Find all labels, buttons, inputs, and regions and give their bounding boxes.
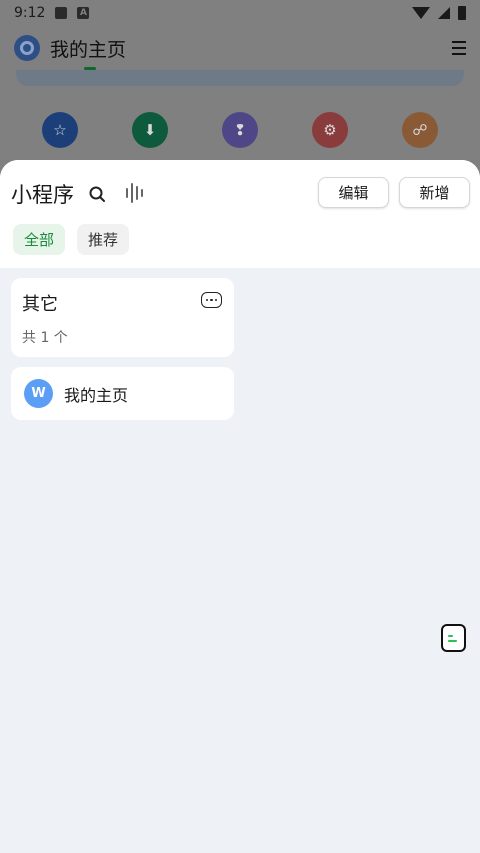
gear-icon[interactable]: ⚙ [312,112,348,148]
voice-icon[interactable] [126,182,148,204]
more-options-icon[interactable] [201,292,222,308]
signal-icon [438,7,450,19]
group-count: 共 1 个 [22,330,68,346]
filter-tabs: 全部 推荐 [13,224,130,255]
menu-icon[interactable] [452,41,466,55]
sheet-header: 小程序 编辑 新增 全部 推荐 [0,160,480,268]
download-icon[interactable]: ⬇ [132,112,168,148]
group-name: 其它 [22,294,58,315]
shortcut-row: ☆ ⬇ ❢ ⚙ ☍ [0,112,480,148]
mini-program-sheet: 小程序 编辑 新增 全部 推荐 其它 共 1 个 W 我的主页 [0,160,480,853]
mini-program-icon: W [24,379,53,408]
list-item[interactable]: W 我的主页 [11,367,234,420]
floating-list-icon[interactable] [441,624,466,652]
tab-all[interactable]: 全部 [13,224,66,255]
sheet-title: 小程序 [11,183,74,207]
add-button[interactable]: 新增 [399,177,470,208]
font-notification-icon: A [77,7,90,19]
status-bar: 9:12 A [0,0,480,26]
app-header: 我的主页 [0,26,480,70]
wifi-icon [412,7,430,19]
banner[interactable] [16,70,464,86]
list-item-label: 我的主页 [64,385,129,405]
browser-logo-icon[interactable] [14,35,40,61]
star-icon[interactable]: ☆ [42,112,78,148]
tab-recommended[interactable]: 推荐 [77,224,130,255]
page-title: 我的主页 [50,35,126,70]
battery-icon [458,6,466,20]
group-card[interactable]: 其它 共 1 个 [11,278,234,357]
image-notification-icon [55,7,68,19]
share-icon[interactable]: ☍ [402,112,438,148]
footprint-icon[interactable]: ❢ [222,112,258,148]
status-time: 9:12 [14,5,46,21]
edit-button[interactable]: 编辑 [318,177,389,208]
search-icon[interactable] [89,186,105,202]
